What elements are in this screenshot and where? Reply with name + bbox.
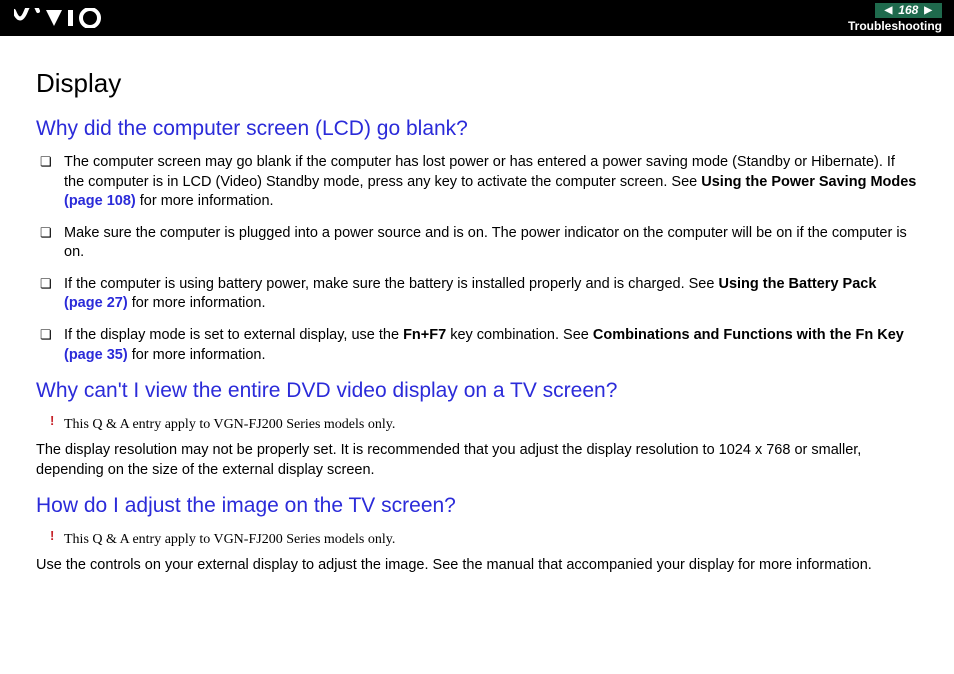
question-1-heading: Why did the computer screen (LCD) go bla…: [36, 117, 918, 141]
question-3-heading: How do I adjust the image on the TV scre…: [36, 494, 918, 518]
answer-text: The display resolution may not be proper…: [36, 441, 918, 480]
note-block: ! This Q & A entry apply to VGN-FJ200 Se…: [64, 530, 918, 548]
vaio-logo: [14, 8, 114, 28]
list-item: If the computer is using battery power, …: [64, 275, 918, 314]
note-text: This Q & A entry apply to VGN-FJ200 Seri…: [64, 417, 395, 432]
header-right: ◀ 168 ▶ Troubleshooting: [848, 3, 942, 33]
page-number-chip[interactable]: ◀ 168 ▶: [875, 3, 942, 18]
section-name: Troubleshooting: [848, 19, 942, 33]
header-bar: ◀ 168 ▶ Troubleshooting: [0, 0, 954, 36]
page-number: 168: [898, 3, 918, 18]
page-title: Display: [36, 68, 918, 99]
page-link[interactable]: (page 27): [64, 295, 128, 311]
list-item: If the display mode is set to external d…: [64, 326, 918, 365]
alert-icon: !: [50, 528, 54, 543]
question-1-list: The computer screen may go blank if the …: [36, 153, 918, 365]
list-item: The computer screen may go blank if the …: [64, 153, 918, 212]
alert-icon: !: [50, 413, 54, 428]
next-page-arrow-icon[interactable]: ▶: [924, 6, 932, 16]
question-2-heading: Why can't I view the entire DVD video di…: [36, 379, 918, 403]
list-item: Make sure the computer is plugged into a…: [64, 224, 918, 263]
page-link[interactable]: (page 108): [64, 193, 136, 209]
note-block: ! This Q & A entry apply to VGN-FJ200 Se…: [64, 415, 918, 433]
note-text: This Q & A entry apply to VGN-FJ200 Seri…: [64, 532, 395, 547]
answer-text: Use the controls on your external displa…: [36, 556, 918, 576]
page-content: Display Why did the computer screen (LCD…: [0, 36, 954, 606]
prev-page-arrow-icon[interactable]: ◀: [885, 6, 893, 16]
page-link[interactable]: (page 35): [64, 347, 128, 363]
